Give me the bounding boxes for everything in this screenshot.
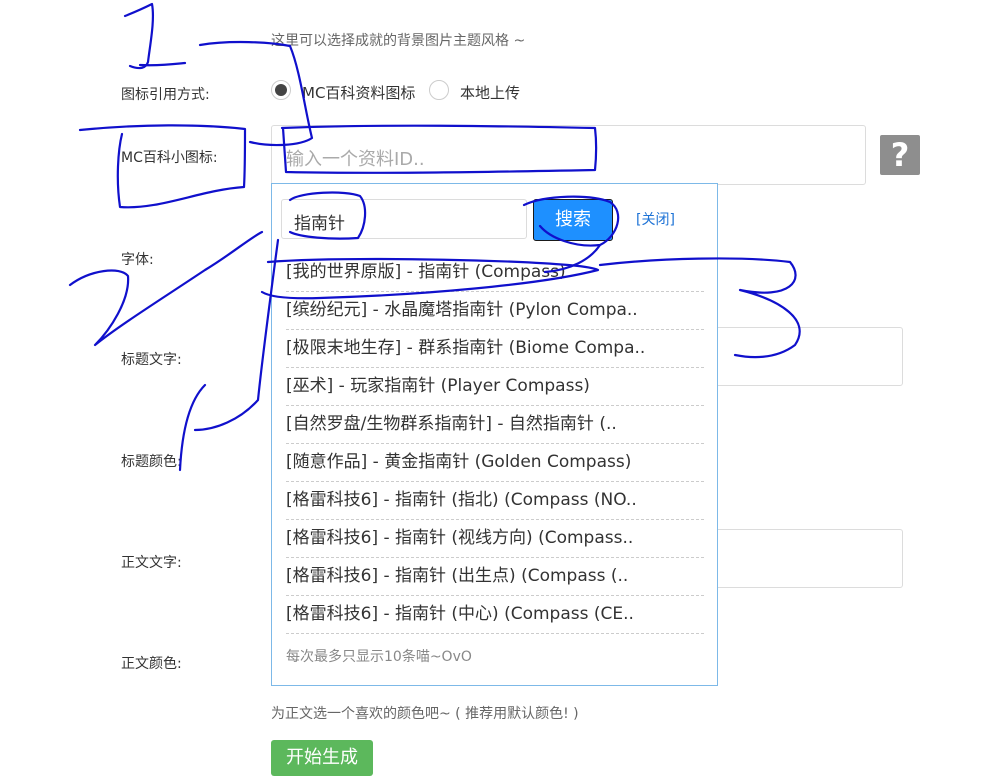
title-color-label: 标题颜色: — [121, 454, 182, 470]
icon-source-label: 图标引用方式: — [121, 87, 210, 103]
radio-mc-wiki-icon-label: MC百科资料图标 — [302, 84, 416, 102]
search-result-1[interactable]: [我的世界原版] - 指南针 (Compass) — [286, 254, 704, 292]
search-result-4[interactable]: [巫术] - 玩家指南针 (Player Compass) — [286, 368, 704, 406]
title-text-input[interactable] — [700, 327, 903, 386]
body-text-label: 正文文字: — [121, 555, 182, 571]
title-text-label: 标题文字: — [121, 352, 182, 368]
small-icon-label: MC百科小图标: — [121, 150, 218, 166]
search-result-10[interactable]: [格雷科技6] - 指南针 (中心) (Compass (CE.. — [286, 596, 704, 634]
search-result-8[interactable]: [格雷科技6] - 指南针 (视线方向) (Compass.. — [286, 520, 704, 558]
search-query-input[interactable]: 指南针 — [281, 199, 527, 239]
body-color-label: 正文颜色: — [121, 656, 182, 672]
background-theme-hint: 这里可以选择成就的背景图片主题风格 ~ — [271, 33, 526, 49]
close-link[interactable]: [关闭] — [636, 209, 675, 229]
annotation-digit-1 — [123, 2, 187, 70]
annotation-digit-4 — [178, 238, 280, 472]
font-label: 字体: — [121, 252, 154, 268]
resource-id-placeholder: 输入一个资料ID.. — [286, 149, 425, 170]
result-limit-note: 每次最多只显示10条喵~OvO — [286, 649, 472, 665]
search-result-3[interactable]: [极限末地生存] - 群系指南针 (Biome Compa.. — [286, 330, 704, 368]
search-result-5[interactable]: [自然罗盘/生物群系指南针] - 自然指南针 (.. — [286, 406, 704, 444]
radio-local-upload[interactable] — [429, 80, 449, 100]
annotation-digit-2 — [68, 230, 264, 347]
body-text-input[interactable] — [700, 529, 903, 588]
start-generate-button[interactable]: 开始生成 — [271, 740, 373, 776]
search-result-9[interactable]: [格雷科技6] - 指南针 (出生点) (Compass (.. — [286, 558, 704, 596]
resource-id-input[interactable]: 输入一个资料ID.. — [271, 125, 866, 185]
search-result-7[interactable]: [格雷科技6] - 指南针 (指北) (Compass (NO.. — [286, 482, 704, 520]
search-popup: 指南针 搜索 [关闭] [我的世界原版] - 指南针 (Compass) [缤纷… — [271, 183, 718, 686]
radio-local-upload-label: 本地上传 — [460, 84, 521, 102]
radio-mc-wiki-icon[interactable] — [271, 80, 291, 100]
help-icon[interactable]: ? — [880, 135, 920, 175]
search-result-2[interactable]: [缤纷纪元] - 水晶魔塔指南针 (Pylon Compa.. — [286, 292, 704, 330]
body-color-hint: 为正文选一个喜欢的颜色吧~ ( 推荐用默认颜色! ) — [271, 706, 579, 722]
search-result-6[interactable]: [随意作品] - 黄金指南针 (Golden Compass) — [286, 444, 704, 482]
search-query-value: 指南针 — [294, 214, 345, 234]
search-button[interactable]: 搜索 — [533, 199, 613, 241]
